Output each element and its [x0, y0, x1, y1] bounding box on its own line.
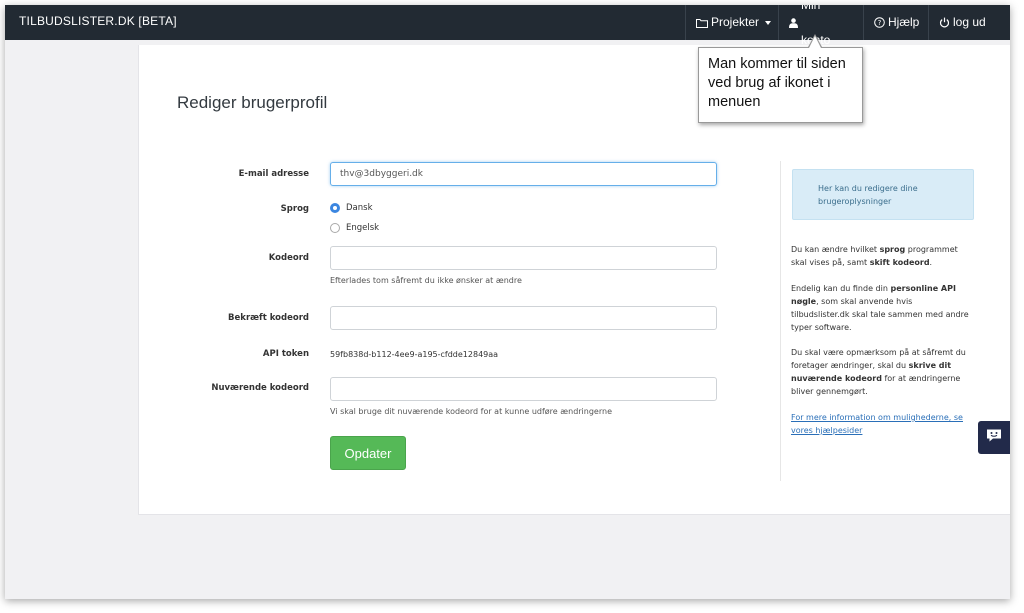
email-label: E-mail adresse: [238, 169, 309, 179]
kodeord-label: Kodeord: [268, 253, 309, 263]
sidebar-p1-d: skift kodeord: [869, 258, 930, 267]
brand-logo[interactable]: TILBUDSLISTER.DK [BETA]: [19, 14, 177, 28]
question-circle-icon: ?: [874, 17, 885, 28]
radio-unchecked-icon: [330, 223, 340, 233]
sidebar-paragraph-1: Du kan ændre hvilket sprog programmet sk…: [791, 243, 971, 269]
kodeord-field[interactable]: [330, 246, 717, 270]
api-token-value: 59fb838d-b112-4ee9-a195-cfdde12849aa: [330, 350, 499, 359]
sprog-label: Sprog: [280, 204, 309, 214]
radio-dansk[interactable]: Dansk: [330, 203, 373, 213]
nav-hjaelp-label: Hjælp: [888, 15, 920, 29]
chat-widget-button[interactable]: [978, 421, 1010, 454]
sidebar-p2-c: , som skal anvende hvis tilbudslister.dk…: [791, 297, 969, 332]
radio-engelsk-label: Engelsk: [346, 223, 380, 233]
user-icon: [789, 17, 798, 28]
bekraeft-kodeord-field[interactable]: [330, 306, 717, 330]
nuvaerende-kodeord-help: Vi skal bruge dit nuværende kodeord for …: [330, 407, 612, 416]
opdater-button[interactable]: Opdater: [330, 436, 406, 470]
main-panel: Rediger brugerprofil E-mail adresse Spro…: [138, 45, 1010, 515]
annotation-callout: Man kommer til siden ved brug af ikonet …: [698, 47, 863, 123]
sidebar-p1-a: Du kan ændre hvilket: [791, 245, 880, 254]
folder-icon: [696, 18, 708, 28]
help-pages-link[interactable]: For mere information om mulighederne, se…: [791, 411, 971, 437]
api-token-label: API token: [262, 349, 309, 359]
vertical-divider: [780, 161, 781, 481]
info-box: Her kan du redigere dine brugeroplysning…: [792, 169, 974, 220]
nuvaerende-kodeord-field[interactable]: [330, 377, 717, 401]
radio-engelsk[interactable]: Engelsk: [330, 223, 379, 233]
svg-text:?: ?: [878, 19, 882, 27]
nuvaerende-kodeord-label: Nuværende kodeord: [211, 383, 309, 393]
sidebar-p2-a: Endelig kan du finde din: [791, 284, 891, 293]
nav-log-ud-label: log ud: [953, 15, 986, 29]
radio-dansk-label: Dansk: [346, 203, 373, 213]
callout-pointer-fill: [809, 36, 821, 48]
nav-hjaelp[interactable]: ? Hjælp: [863, 5, 928, 40]
nav-log-ud[interactable]: log ud: [928, 5, 998, 40]
bekraeft-kodeord-label: Bekræft kodeord: [228, 313, 309, 323]
chat-icon: [986, 428, 1002, 447]
sidebar-paragraph-2: Endelig kan du finde din personline API …: [791, 282, 971, 334]
kodeord-help: Efterlades tom såfremt du ikke ønsker at…: [330, 276, 522, 285]
page-title: Rediger brugerprofil: [177, 93, 328, 112]
sidebar-p1-b: sprog: [879, 245, 906, 254]
email-field[interactable]: [330, 162, 717, 186]
top-navbar: TILBUDSLISTER.DK [BETA] Projekter Min ko…: [5, 5, 1010, 47]
chevron-down-icon: [765, 20, 772, 25]
nav-projekter[interactable]: Projekter: [685, 5, 778, 40]
sidebar-p1-e: .: [929, 258, 933, 267]
sidebar-paragraph-3: Du skal være opmærksom på at såfremt du …: [791, 346, 971, 398]
radio-checked-icon: [330, 203, 340, 213]
nav-projekter-label: Projekter: [711, 15, 760, 29]
power-icon: [939, 17, 950, 28]
